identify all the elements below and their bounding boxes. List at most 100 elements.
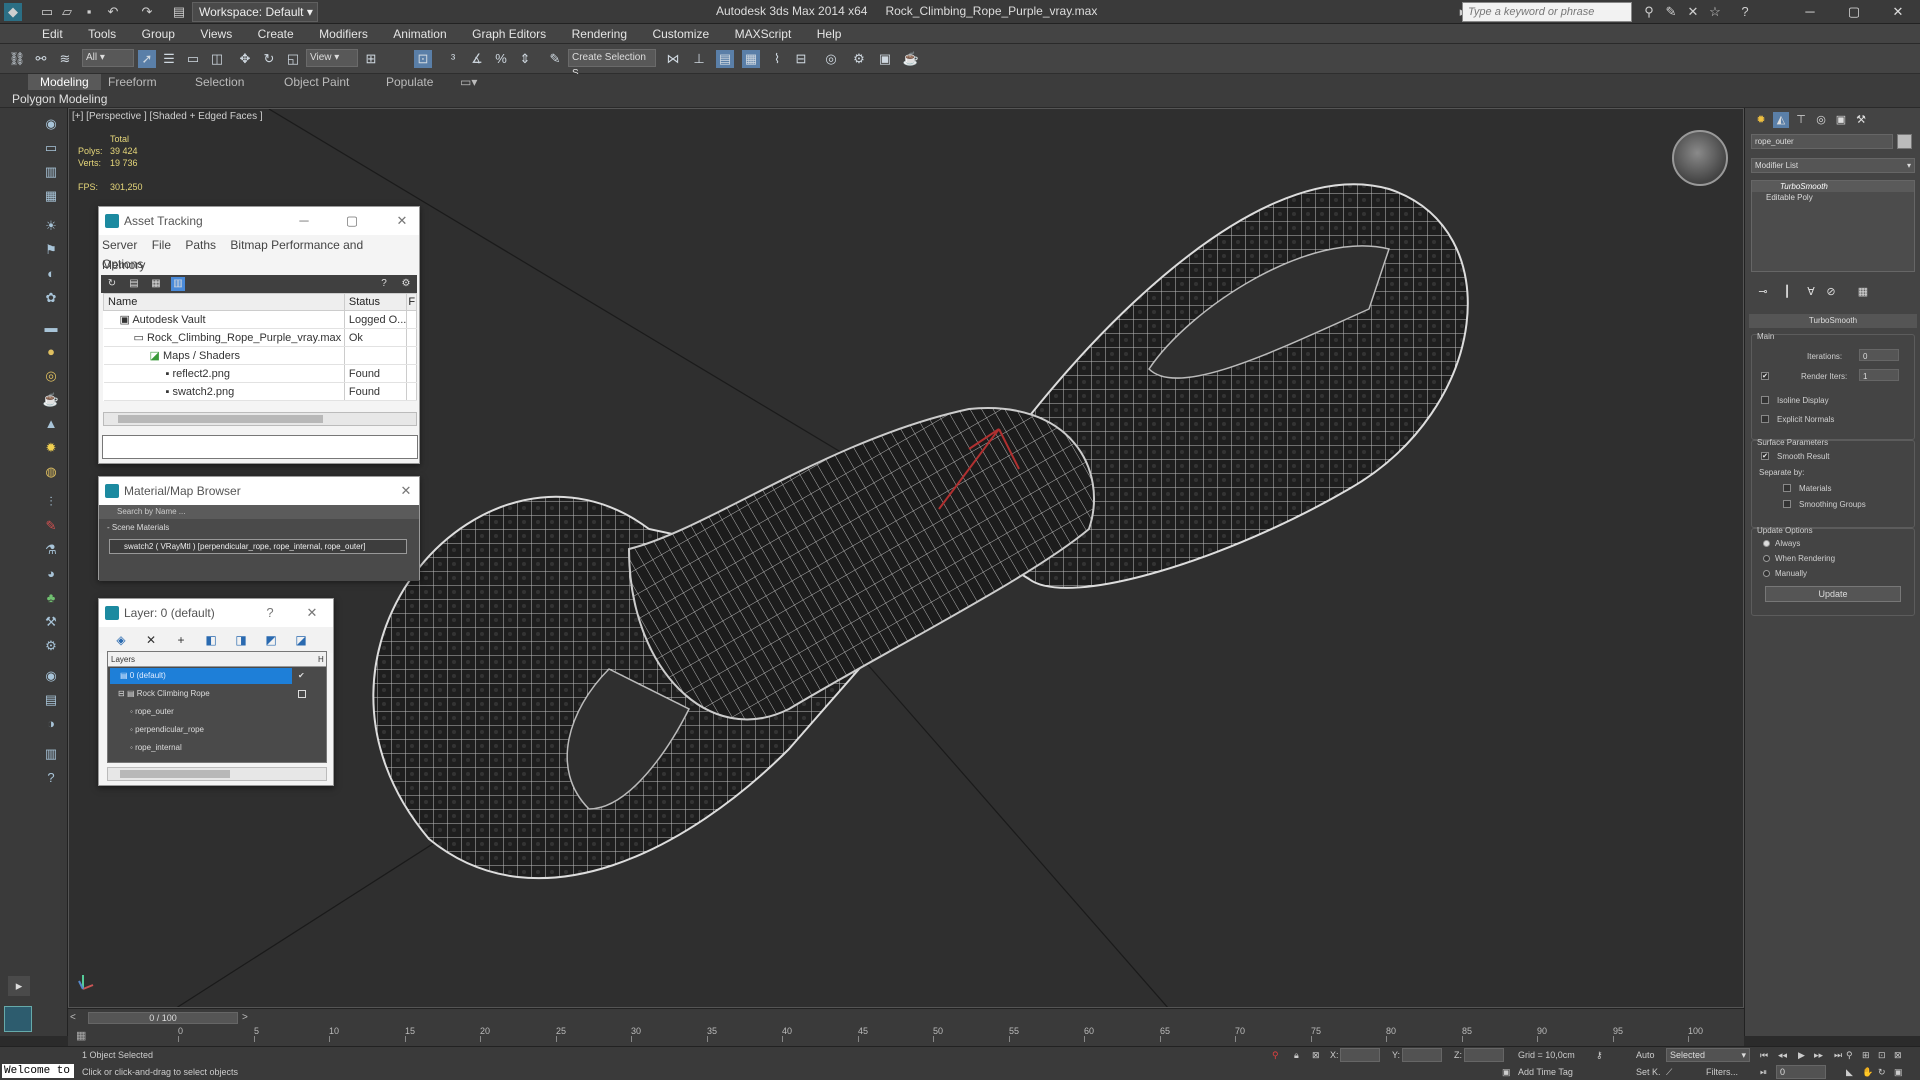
field-of-view-icon[interactable]: ◣	[1846, 1067, 1853, 1078]
layer-explorer-icon[interactable]: ▦	[742, 50, 760, 68]
render-iters-checkbox[interactable]: ✔	[1761, 372, 1769, 380]
material-close-button[interactable]: ✕	[393, 477, 419, 505]
plane-tool-icon[interactable]: ▭	[40, 138, 62, 158]
wrench-tool-icon[interactable]: ⚒	[40, 612, 62, 632]
show-end-result-icon[interactable]: ┃	[1779, 284, 1795, 300]
unlink-icon[interactable]: ⚯	[32, 50, 50, 68]
maximize-viewport-icon[interactable]: ▣	[1894, 1067, 1903, 1078]
scrollbar-thumb[interactable]	[120, 770, 230, 778]
key-mode-icon[interactable]: ⏯	[1760, 1067, 1767, 1078]
plane-object-icon[interactable]: ▬	[40, 318, 62, 338]
explicit-normals-checkbox[interactable]	[1761, 415, 1769, 423]
next-frame-icon[interactable]: ▸▸	[1814, 1050, 1823, 1061]
menu-graph-editors[interactable]: Graph Editors	[472, 24, 546, 44]
asset-menu-paths[interactable]: Paths	[185, 238, 216, 252]
move-icon[interactable]: ✥	[236, 50, 254, 68]
asset-menu-file[interactable]: File	[152, 238, 171, 252]
search-input[interactable]: Type a keyword or phrase	[1462, 2, 1632, 22]
tab-selection[interactable]: Selection	[195, 74, 244, 90]
time-prev-icon[interactable]: <	[70, 1012, 86, 1024]
curve-editor-icon[interactable]: ⌇	[768, 50, 786, 68]
snaps-toggle-icon[interactable]: ³	[444, 50, 462, 68]
scene-materials-header[interactable]: - Scene Materials	[99, 519, 419, 532]
app-logo-icon[interactable]: ◆	[4, 3, 22, 21]
torus-icon[interactable]: ◎	[40, 366, 62, 386]
delete-layer-icon[interactable]: ✕	[143, 632, 159, 648]
help-tool-icon[interactable]: ?	[40, 768, 62, 788]
ref-coord-dropdown[interactable]: View ▾	[306, 49, 358, 67]
object-name-field[interactable]: rope_outer	[1751, 134, 1893, 149]
absolute-mode-icon[interactable]: ⊠	[1312, 1050, 1320, 1061]
hide-toggle[interactable]	[298, 690, 306, 698]
motion-tab-icon[interactable]: ◎	[1813, 112, 1829, 128]
track-bar-icon[interactable]: ▦	[76, 1029, 86, 1042]
pin-stack-icon[interactable]: ⊸	[1755, 284, 1771, 300]
communication-center-icon[interactable]: ✎	[1662, 3, 1680, 21]
utility-tool-icon[interactable]: ◑	[40, 714, 62, 734]
globe-tool-icon[interactable]: ◕	[40, 564, 62, 584]
binoculars-icon[interactable]: ⚲	[1640, 3, 1658, 21]
rendered-frame-icon[interactable]: ▣	[876, 50, 894, 68]
table-row[interactable]: ▪ reflect2.png Found	[103, 364, 417, 383]
percent-snap-icon[interactable]: %	[492, 50, 510, 68]
paint-tool-icon[interactable]: ✎	[40, 516, 62, 536]
orbit-icon[interactable]: ↻	[1878, 1067, 1886, 1078]
scene-explorer-icon[interactable]: ▤	[716, 50, 734, 68]
set-key-icon[interactable]: ⟋	[1666, 1067, 1672, 1078]
iterations-spinner[interactable]: 0	[1859, 349, 1899, 361]
redo-icon[interactable]: ↷	[138, 3, 156, 21]
select-in-layer-icon[interactable]: ◧	[203, 632, 219, 648]
configure-sets-icon[interactable]: ▦	[1855, 284, 1871, 300]
hammer-tool-icon[interactable]: ⚙	[40, 636, 62, 656]
foliage-tool-icon[interactable]: ♣	[40, 588, 62, 608]
menu-rendering[interactable]: Rendering	[572, 24, 627, 44]
object-color-swatch[interactable]	[1897, 134, 1912, 149]
update-button[interactable]: Update	[1765, 586, 1901, 602]
layer-row[interactable]: ◦ rope_internal	[108, 739, 326, 757]
sun-icon[interactable]: ✹	[40, 438, 62, 458]
viewport-label[interactable]: [+] [Perspective ] [Shaded + Edged Faces…	[72, 111, 263, 122]
maxscript-listener-icon[interactable]	[4, 1006, 32, 1032]
angle-snap-icon[interactable]: ∡	[468, 50, 486, 68]
key-filter-dropdown[interactable]: Selected ▾	[1666, 1048, 1750, 1062]
layer-row[interactable]: ⊟ ▤ Rock Climbing Rope	[108, 685, 326, 703]
selection-filter-dropdown[interactable]: All ▾	[82, 49, 134, 67]
select-by-name-icon[interactable]: ☰	[160, 50, 178, 68]
zoom-tool-icon[interactable]: ◉	[40, 666, 62, 686]
display-tool-icon[interactable]: ▤	[40, 690, 62, 710]
teapot-icon[interactable]: ☕	[40, 390, 62, 410]
ribbon-sub-label[interactable]: Polygon Modeling	[12, 92, 107, 106]
material-item[interactable]: swatch2 ( VRayMtl ) [perpendicular_rope,…	[109, 539, 407, 554]
new-file-icon[interactable]: ▭	[38, 3, 56, 21]
light-tool-icon[interactable]: ☀	[40, 216, 62, 236]
spacewarp-tool-icon[interactable]: ✿	[40, 288, 62, 308]
mirror-icon[interactable]: ⋈	[664, 50, 682, 68]
tab-modeling[interactable]: Modeling	[28, 74, 101, 90]
layer-close-button[interactable]: ✕	[299, 599, 325, 627]
bone-tool-icon[interactable]: ⚗	[40, 540, 62, 560]
isoline-checkbox[interactable]	[1761, 396, 1769, 404]
project-folder-icon[interactable]: ▤	[170, 3, 188, 21]
helper-tool-icon[interactable]: ⚑	[40, 240, 62, 260]
always-radio[interactable]	[1763, 540, 1770, 547]
freeze-all-layers-icon[interactable]: ◪	[293, 632, 309, 648]
hide-all-layers-icon[interactable]: ◩	[263, 632, 279, 648]
favorites-star-icon[interactable]: ☆	[1706, 3, 1724, 21]
schematic-view-icon[interactable]: ⊟	[792, 50, 810, 68]
time-tag-icon[interactable]: ▣	[1502, 1067, 1511, 1078]
render-production-icon[interactable]: ☕	[902, 50, 920, 68]
col-extra[interactable]: F	[406, 293, 417, 311]
go-end-icon[interactable]: ⏭	[1834, 1050, 1842, 1061]
select-manipulate-icon[interactable]: ⊡	[414, 50, 432, 68]
maxscript-mini-listener[interactable]: Welcome to	[2, 1064, 74, 1078]
material-browser-titlebar[interactable]: Material/Map Browser ✕	[99, 477, 419, 505]
manually-radio[interactable]	[1763, 570, 1770, 577]
add-time-tag[interactable]: Add Time Tag	[1518, 1067, 1573, 1077]
menu-create[interactable]: Create	[258, 24, 294, 44]
col-status[interactable]: Status	[343, 293, 408, 311]
key-icon[interactable]: ⚷	[1596, 1050, 1603, 1061]
prev-frame-icon[interactable]: ◂◂	[1778, 1050, 1787, 1061]
menu-customize[interactable]: Customize	[652, 24, 709, 44]
x-coord-field[interactable]	[1340, 1048, 1380, 1062]
current-layer-check-icon[interactable]: ✔	[298, 667, 305, 685]
